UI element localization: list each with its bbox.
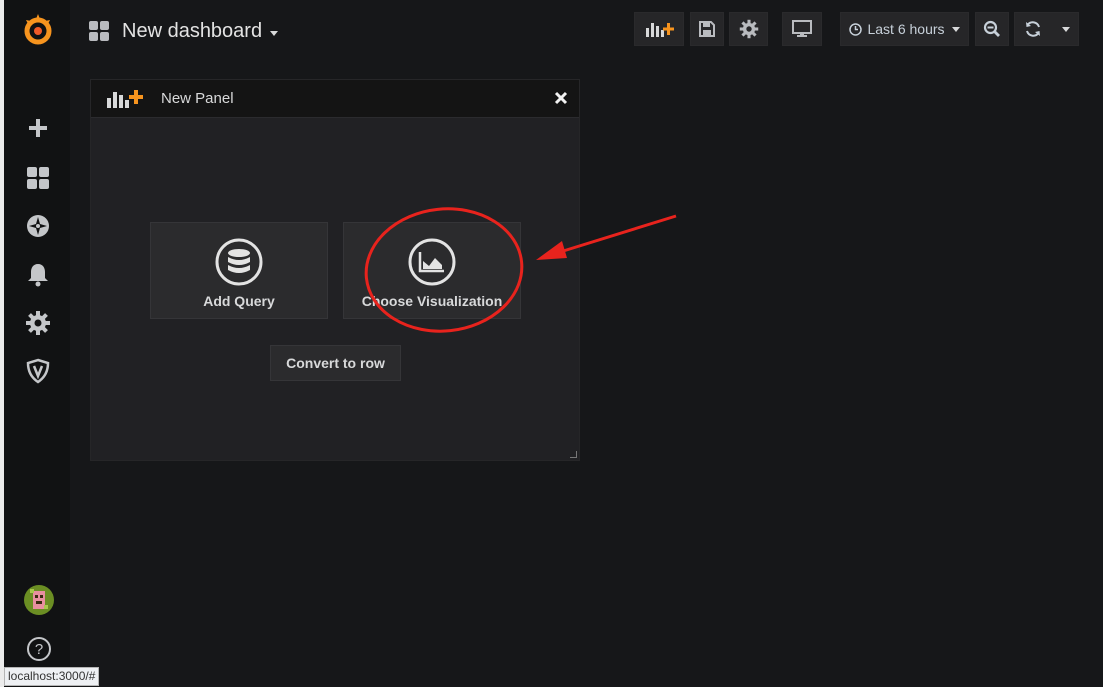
new-panel: New Panel Add Query Choose Visualization… <box>90 79 580 461</box>
close-icon[interactable] <box>553 90 569 106</box>
choose-visualization-label: Choose Visualization <box>361 293 503 309</box>
side-menu: ? <box>4 0 70 687</box>
panel-header: New Panel <box>91 80 579 118</box>
area-chart-icon <box>408 238 456 286</box>
plus-icon[interactable] <box>25 115 51 141</box>
shield-icon[interactable] <box>25 358 51 384</box>
add-panel-button[interactable] <box>634 12 684 46</box>
database-icon <box>215 238 263 286</box>
grafana-logo[interactable] <box>20 12 56 48</box>
refresh-icon <box>1026 21 1040 37</box>
dashboard-title-button[interactable]: New dashboard <box>88 16 279 46</box>
status-bar-url: localhost:3000/# <box>4 667 100 686</box>
time-range-picker[interactable]: Last 6 hours <box>840 12 969 46</box>
view-mode-button[interactable] <box>782 12 822 46</box>
gear-icon[interactable] <box>25 310 51 336</box>
chevron-down-icon <box>951 26 960 32</box>
dashboard-title: New dashboard <box>122 19 263 42</box>
chevron-down-icon <box>1062 26 1070 32</box>
svg-text:?: ? <box>35 641 43 658</box>
help-icon[interactable]: ? <box>26 636 52 662</box>
monitor-icon <box>792 20 812 37</box>
panel-title: New Panel <box>161 90 234 107</box>
save-icon <box>699 21 715 37</box>
chevron-down-icon <box>270 30 279 36</box>
save-button[interactable] <box>690 12 724 46</box>
gear-icon <box>739 19 758 39</box>
clock-icon <box>849 22 863 36</box>
avatar[interactable] <box>24 585 54 615</box>
add-panel-icon <box>646 23 674 37</box>
choose-visualization-button[interactable]: Choose Visualization <box>343 222 521 319</box>
add-query-button[interactable]: Add Query <box>150 222 328 319</box>
bell-icon[interactable] <box>25 261 51 287</box>
time-range-label: Last 6 hours <box>867 21 945 37</box>
refresh-button[interactable] <box>1014 12 1079 46</box>
resize-handle[interactable] <box>570 451 577 458</box>
dashboards-icon <box>89 21 109 41</box>
add-panel-icon <box>107 90 143 108</box>
zoom-out-button[interactable] <box>975 12 1009 46</box>
convert-to-row-button[interactable]: Convert to row <box>270 345 401 381</box>
settings-button[interactable] <box>729 12 768 46</box>
zoom-out-icon <box>983 20 1000 37</box>
dashboards-icon[interactable] <box>25 165 51 191</box>
compass-icon[interactable] <box>25 213 51 239</box>
add-query-label: Add Query <box>203 293 275 309</box>
